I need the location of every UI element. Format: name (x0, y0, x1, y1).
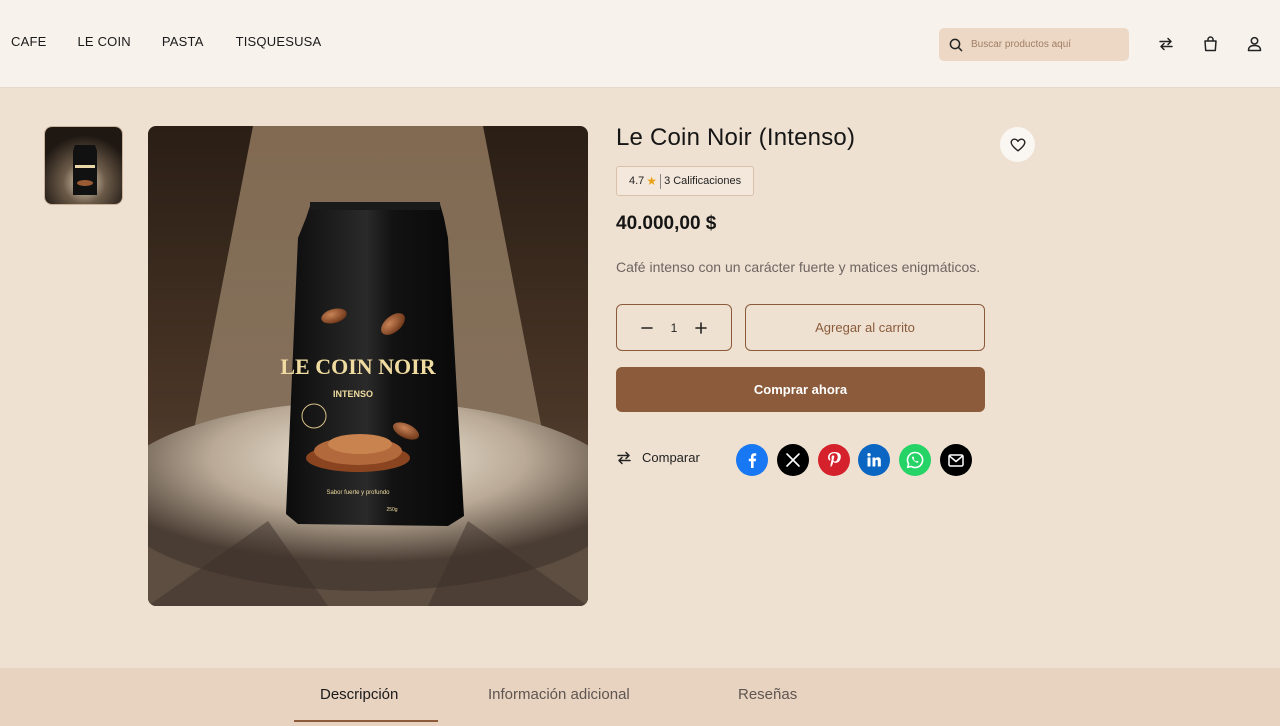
product-main-image: LE COIN NOIR INTENSO Sabor fuerte y prof… (148, 126, 588, 606)
tab-descripcion[interactable]: Descripción (320, 686, 398, 703)
whatsapp-icon[interactable] (899, 444, 931, 476)
rating-divider (660, 173, 662, 189)
x-icon[interactable] (777, 444, 809, 476)
product-title: Le Coin Noir (Intenso) (616, 124, 856, 151)
nav-item-tisquesusa[interactable]: TISQUESUSA (236, 34, 322, 49)
package-variant: INTENSO (333, 389, 373, 399)
facebook-icon[interactable] (736, 444, 768, 476)
heart-icon (1010, 138, 1025, 151)
rating-value: 4.7 (629, 175, 645, 187)
shopping-bag-icon[interactable] (1201, 35, 1219, 53)
search-icon (949, 38, 963, 51)
plus-icon[interactable] (695, 319, 707, 337)
product-description: Café intenso con un carácter fuerte y ma… (616, 259, 981, 275)
search-box[interactable] (939, 28, 1129, 61)
nav-item-pasta[interactable]: PASTA (162, 34, 204, 49)
linkedin-icon[interactable] (858, 444, 890, 476)
minus-icon[interactable] (641, 319, 653, 337)
quantity-value[interactable]: 1 (671, 321, 678, 335)
package-tagline: Sabor fuerte y profundo (326, 490, 390, 496)
main-nav: CAFE LE COIN PASTA TISQUESUSA (11, 34, 321, 49)
tab-informacion-adicional[interactable]: Información adicional (488, 686, 630, 703)
package-brand: LE COIN NOIR (280, 354, 436, 379)
compare-link[interactable]: Comparar (616, 450, 700, 465)
pinterest-icon[interactable] (818, 444, 850, 476)
add-to-cart-button[interactable]: Agregar al carrito (745, 304, 985, 351)
tab-resenas[interactable]: Reseñas (738, 686, 797, 703)
product-price: 40.000,00 $ (616, 213, 717, 234)
compare-arrows-icon (617, 451, 631, 464)
product-tabs (0, 668, 1280, 726)
package-weight: 250g (386, 507, 397, 513)
compare-arrows-icon[interactable] (1157, 35, 1175, 53)
buy-now-button[interactable]: Comprar ahora (616, 367, 985, 412)
search-input[interactable] (971, 39, 1121, 50)
quantity-stepper: 1 (616, 304, 732, 351)
top-header: CAFE LE COIN PASTA TISQUESUSA (0, 0, 1280, 88)
compare-label: Comparar (642, 450, 700, 465)
nav-item-cafe[interactable]: CAFE (11, 34, 46, 49)
user-icon[interactable] (1245, 35, 1263, 53)
rating-badge[interactable]: 4.7 ★ 3 Calificaciones (616, 166, 755, 196)
nav-item-le-coin[interactable]: LE COIN (77, 34, 130, 49)
active-tab-indicator (294, 720, 438, 722)
wishlist-button[interactable] (1000, 127, 1035, 162)
star-icon: ★ (646, 174, 658, 188)
email-icon[interactable] (940, 444, 972, 476)
product-thumbnail[interactable] (44, 126, 123, 205)
ratings-count: 3 Calificaciones (664, 175, 742, 187)
